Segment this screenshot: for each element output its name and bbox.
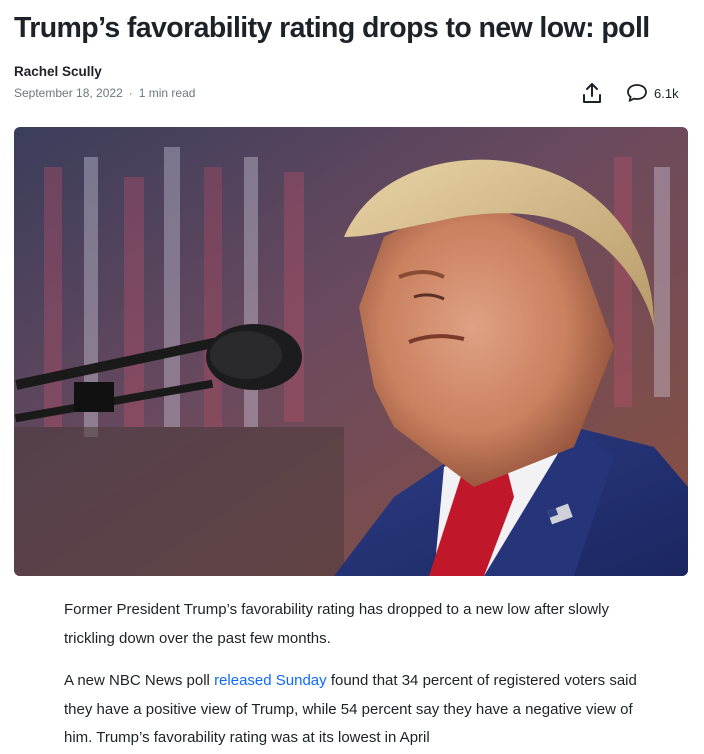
released-sunday-link[interactable]: released Sunday xyxy=(214,672,327,689)
comment-bubble-icon xyxy=(627,84,647,102)
publish-date: September 18, 2022 xyxy=(14,86,123,100)
paragraph: A new NBC News poll released Sunday foun… xyxy=(64,667,644,753)
read-time: 1 min read xyxy=(138,86,196,100)
meta-separator: · xyxy=(128,86,133,100)
comments-button[interactable]: 6.1k xyxy=(626,80,679,106)
comment-count: 6.1k xyxy=(654,85,679,101)
hero-image[interactable] xyxy=(14,127,688,576)
paragraph-text: A new NBC News poll xyxy=(64,672,215,690)
share-upload-icon xyxy=(583,83,601,103)
article-headline: Trump’s favorability rating drops to new… xyxy=(14,12,650,44)
author-name[interactable]: Rachel Scully xyxy=(14,64,102,79)
share-button[interactable] xyxy=(578,80,606,106)
article-body: Former President Trump’s favorability ra… xyxy=(64,596,644,754)
article-meta: September 18, 2022 · 1 min read xyxy=(14,86,195,100)
paragraph: Former President Trump’s favorability ra… xyxy=(64,601,609,647)
hero-photo-illustration xyxy=(14,127,688,576)
